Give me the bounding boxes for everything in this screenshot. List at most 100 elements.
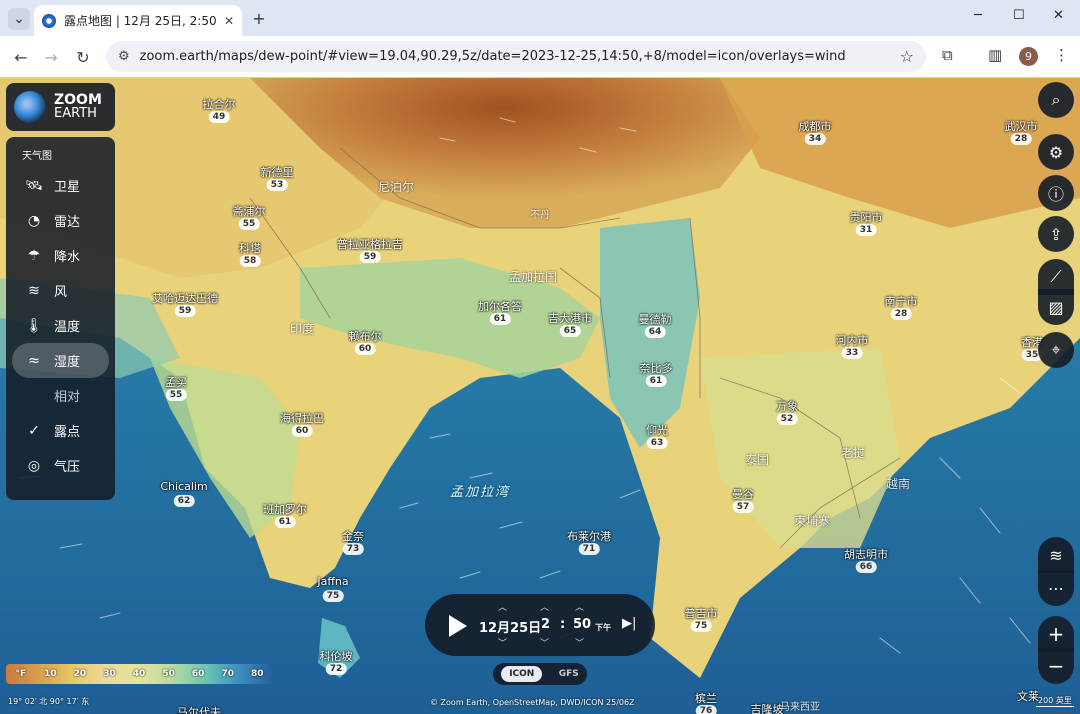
city-name[interactable]: 槟兰 [695, 690, 717, 706]
tune-icon[interactable]: ⚙ [118, 49, 130, 64]
plus-icon[interactable]: + [250, 9, 268, 28]
zoom-earth-logo[interactable]: ZOOM EARTH [6, 83, 115, 131]
city-name[interactable]: 新德里 [261, 164, 294, 180]
avatar[interactable]: 9 [1019, 47, 1038, 66]
city-name[interactable]: 武汉市 [1005, 118, 1038, 134]
city-name[interactable]: 奈比多 [640, 360, 673, 376]
hour-down-icon[interactable]: ﹀ [540, 636, 549, 649]
layer-relative-humidity[interactable]: 相对 [12, 378, 109, 413]
zoom-in-button[interactable]: + [1038, 616, 1074, 652]
hour-value[interactable]: 2 [541, 617, 550, 632]
dew-point-value: 76 [695, 705, 717, 714]
city-name[interactable]: 科塔 [239, 240, 261, 256]
city-name[interactable]: 贵阳市 [850, 209, 883, 225]
layer-wind[interactable]: ≋ 风 [12, 273, 109, 308]
forward-icon[interactable]: → [38, 44, 64, 70]
minute-up-icon[interactable]: ︿ [575, 600, 584, 613]
more-icon: ⋯ [1048, 578, 1064, 598]
city-name[interactable]: 海得拉巴 [280, 410, 324, 426]
country-label: 泰国 [744, 453, 770, 467]
play-icon[interactable] [449, 615, 467, 637]
star-icon[interactable]: ☆ [900, 47, 914, 66]
weather-map[interactable]: 拉合尔 49 新德里 53 斋浦尔 55 科塔 58 普拉亚格拉吉 59 艾哈迈达巴德 59 加尔各答 6… [0, 78, 1080, 714]
city-name[interactable]: 成都市 [799, 118, 832, 134]
country-label: 柬埔寨 [793, 514, 831, 528]
city-name[interactable]: 曼德勒 [639, 311, 672, 327]
sidebar-icon[interactable]: ▥ [988, 46, 1002, 64]
date-up-icon[interactable]: ︿ [498, 600, 507, 613]
share-button[interactable]: ⇪ [1038, 216, 1074, 252]
layer-radar[interactable]: ◔ 雷达 [12, 203, 109, 238]
model-icon-button[interactable]: ICON [501, 666, 543, 682]
reload-icon[interactable]: ↻ [70, 44, 96, 70]
layer-pressure[interactable]: ◎ 气压 [12, 448, 109, 483]
chevron-down-icon[interactable]: ⌄ [8, 8, 30, 30]
city-name[interactable]: 曼谷 [732, 486, 754, 502]
minimize-icon[interactable]: ─ [974, 8, 982, 23]
layer-humidity[interactable]: ≈ 湿度 [12, 343, 109, 378]
city-name[interactable]: 仰光 [646, 422, 668, 438]
check-icon: ✓ [28, 422, 40, 439]
city-name[interactable]: 赖布尔 [349, 328, 382, 344]
back-icon[interactable]: ← [8, 44, 34, 70]
dew-point-value: 34 [804, 133, 826, 145]
info-button[interactable]: ⓘ [1038, 175, 1074, 211]
zoom-out-button[interactable]: − [1038, 648, 1074, 684]
dew-point-value: 73 [342, 543, 364, 555]
dew-point-value: 60 [354, 343, 376, 355]
city-name[interactable]: 艾哈迈达巴德 [152, 290, 218, 306]
tab-active[interactable]: 露点地图 | 12月 25日, 2:50 下午 ✕ [34, 5, 242, 36]
city-name[interactable]: 河内市 [836, 332, 869, 348]
city-name[interactable]: 普吉市 [685, 605, 718, 621]
legend-tick: 10 [44, 669, 57, 679]
layer-precipitation[interactable]: ☂ 降水 [12, 238, 109, 273]
city-name[interactable]: 吉大港市 [548, 310, 592, 326]
model-gfs-button[interactable]: GFS [559, 669, 579, 679]
city-name[interactable]: Chicalim [160, 480, 207, 493]
city-name[interactable]: 加尔各答 [478, 298, 522, 314]
zoom-out-icon: − [1047, 654, 1065, 678]
scale-bar: 200 英里 [1036, 696, 1074, 707]
city-name[interactable]: 斋浦尔 [233, 203, 266, 219]
layer-dew-point[interactable]: ✓ 露点 [12, 413, 109, 448]
close-icon[interactable]: ✕ [224, 14, 234, 28]
extensions-icon[interactable]: ⧉ [942, 46, 953, 64]
dew-point-value: 61 [489, 313, 511, 325]
search-button[interactable]: ⌕ [1038, 82, 1074, 118]
date-value[interactable]: 12月25日 [479, 617, 541, 636]
city-name[interactable]: 胡志明市 [844, 546, 888, 562]
dew-point-value: 52 [776, 413, 798, 425]
layer-satellite[interactable]: 🛰 卫星 [12, 168, 109, 203]
city-name[interactable]: 南宁市 [885, 293, 918, 309]
city-name[interactable]: Jaffna [317, 575, 348, 588]
more-button[interactable]: ⋯ [1038, 570, 1074, 606]
minute-down-icon[interactable]: ﹀ [575, 636, 584, 649]
minute-value[interactable]: 50 [573, 617, 591, 632]
skip-to-end-icon[interactable]: ▶| [622, 616, 636, 631]
wind-overlay-icon: ≋ [1049, 545, 1063, 565]
city-name[interactable]: 拉合尔 [203, 96, 236, 112]
city-name[interactable]: 金奈 [342, 528, 364, 544]
city-name[interactable]: 孟买 [165, 374, 187, 390]
locate-button[interactable]: ⌖ [1038, 332, 1074, 368]
city-name[interactable]: 科伦坡 [320, 648, 353, 664]
region-button[interactable]: ▨ [1038, 289, 1074, 325]
address-bar[interactable]: ⚙ zoom.earth/maps/dew-point/#view=19.04,… [106, 41, 926, 72]
city-name[interactable]: 万象 [776, 398, 798, 414]
wind-overlay-button[interactable]: ≋ [1038, 537, 1074, 573]
date-down-icon[interactable]: ﹀ [498, 636, 507, 649]
layer-label: 卫星 [54, 180, 81, 195]
dew-point-value: 28 [1010, 133, 1032, 145]
close-window-icon[interactable]: ✕ [1053, 8, 1064, 23]
city-name[interactable]: 布莱尔港 [567, 528, 611, 544]
hour-up-icon[interactable]: ︿ [540, 600, 549, 613]
menu-icon[interactable]: ⋮ [1054, 46, 1069, 64]
city-name[interactable]: 吉隆坡 [751, 701, 784, 714]
country-label: 尼泊尔 [377, 180, 415, 194]
city-name[interactable]: 马尔代夫 [177, 704, 221, 714]
layer-temperature[interactable]: 🌡 温度 [12, 308, 109, 343]
settings-button[interactable]: ⚙ [1038, 134, 1074, 170]
city-name[interactable]: 普拉亚格拉吉 [337, 236, 403, 252]
city-name[interactable]: 班加罗尔 [263, 501, 307, 517]
maximize-icon[interactable]: ☐ [1013, 8, 1025, 23]
